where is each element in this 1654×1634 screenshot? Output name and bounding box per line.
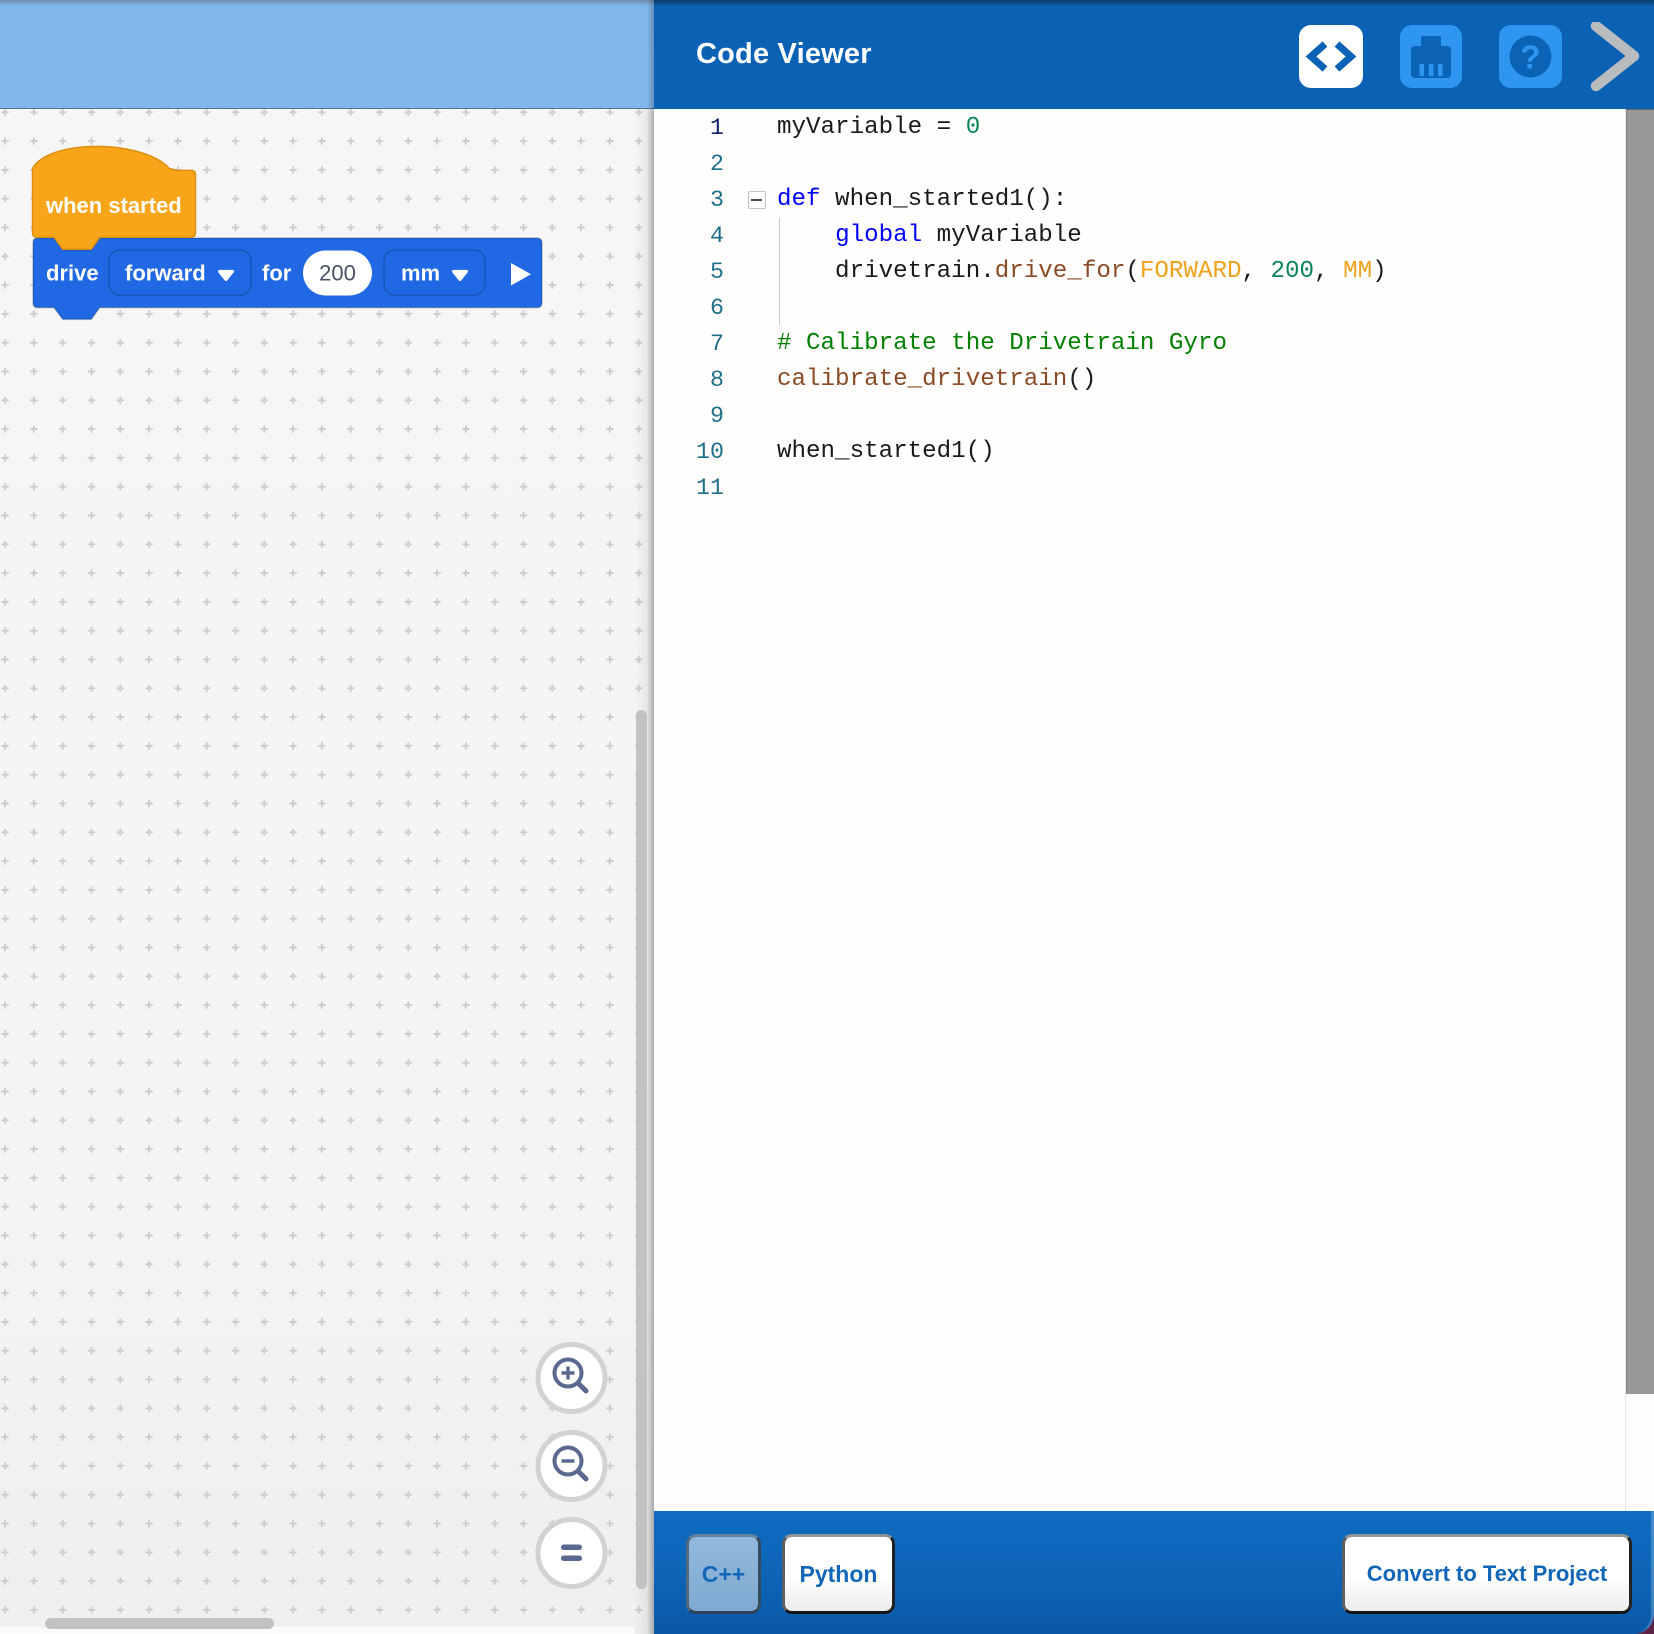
- svg-text:drive: drive: [46, 261, 99, 286]
- svg-text:when started: when started: [45, 193, 182, 218]
- svg-text:?: ?: [1520, 39, 1540, 76]
- svg-text:mm: mm: [401, 261, 440, 286]
- svg-text:200: 200: [319, 261, 356, 286]
- svg-text:forward: forward: [125, 261, 206, 286]
- svg-text:for: for: [262, 261, 292, 286]
